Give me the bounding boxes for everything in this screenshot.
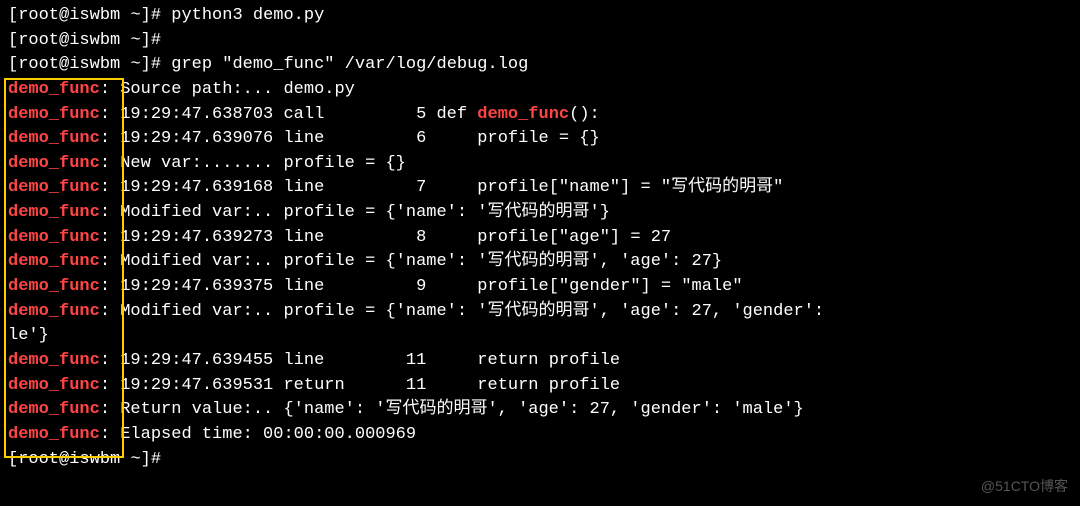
output-line-1: demo_func: Source path:... demo.py	[8, 78, 1072, 103]
output-line-3: demo_func: 19:29:47.639076 line 6 profil…	[8, 127, 1072, 152]
command-3: grep "demo_func" /var/log/debug.log	[171, 55, 528, 74]
grep-match: demo_func	[8, 351, 100, 370]
grep-match: demo_func	[8, 228, 100, 247]
grep-match: demo_func	[8, 154, 100, 173]
grep-match: demo_func	[8, 400, 100, 419]
grep-match: demo_func	[8, 80, 100, 99]
grep-match: demo_func	[8, 376, 100, 395]
output-line-7: demo_func: 19:29:47.639273 line 8 profil…	[8, 226, 1072, 251]
output-line-6: demo_func: Modified var:.. profile = {'n…	[8, 201, 1072, 226]
grep-match: demo_func	[8, 129, 100, 148]
output-line-10a: demo_func: Modified var:.. profile = {'n…	[8, 300, 1072, 325]
output-line-10b: le'}	[8, 324, 1072, 349]
output-line-4: demo_func: New var:....... profile = {}	[8, 152, 1072, 177]
command-1: python3 demo.py	[171, 6, 324, 25]
grep-match: demo_func	[8, 425, 100, 444]
output-line-8: demo_func: Modified var:.. profile = {'n…	[8, 250, 1072, 275]
output-line-12: demo_func: 19:29:47.639531 return 11 ret…	[8, 374, 1072, 399]
grep-match: demo_func	[477, 105, 569, 124]
grep-match: demo_func	[8, 178, 100, 197]
output-line-13: demo_func: Return value:.. {'name': '写代码…	[8, 398, 1072, 423]
grep-match: demo_func	[8, 252, 100, 271]
prompt-line-2: [root@iswbm ~]#	[8, 29, 1072, 54]
output-line-11: demo_func: 19:29:47.639455 line 11 retur…	[8, 349, 1072, 374]
output-line-5: demo_func: 19:29:47.639168 line 7 profil…	[8, 176, 1072, 201]
grep-match: demo_func	[8, 105, 100, 124]
prompt-line-3: [root@iswbm ~]# grep "demo_func" /var/lo…	[8, 53, 1072, 78]
output-line-2: demo_func: 19:29:47.638703 call 5 def de…	[8, 103, 1072, 128]
prompt-line-1: [root@iswbm ~]# python3 demo.py	[8, 4, 1072, 29]
prompt-line-4[interactable]: [root@iswbm ~]#	[8, 448, 1072, 473]
grep-match: demo_func	[8, 203, 100, 222]
grep-match: demo_func	[8, 302, 100, 321]
output-line-14: demo_func: Elapsed time: 00:00:00.000969	[8, 423, 1072, 448]
watermark: @51CTO博客	[981, 476, 1068, 496]
grep-match: demo_func	[8, 277, 100, 296]
output-line-9: demo_func: 19:29:47.639375 line 9 profil…	[8, 275, 1072, 300]
